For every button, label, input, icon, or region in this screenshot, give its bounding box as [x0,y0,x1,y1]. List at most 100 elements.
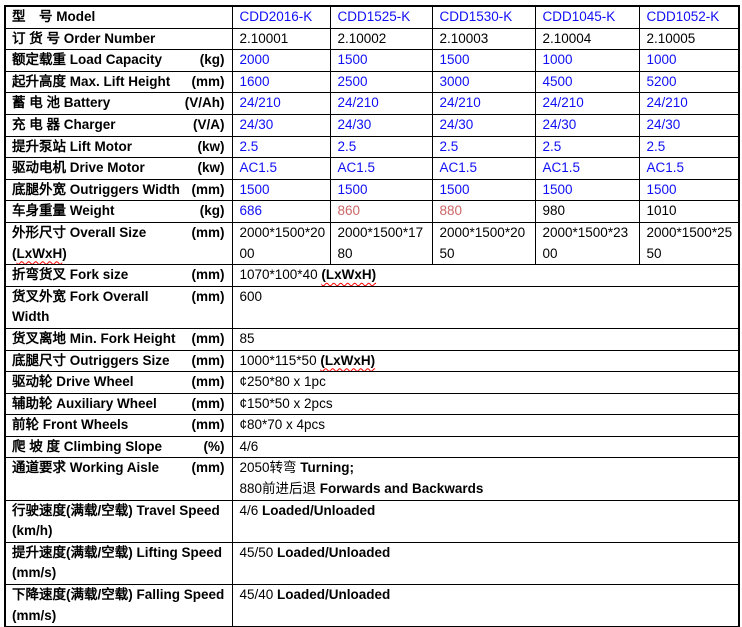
value-cell: 2.10002 [330,28,432,50]
value-cell: 24/30 [535,114,639,136]
value-cell: 24/30 [330,114,432,136]
row-label-text: 货叉离地 Min. Fork Height [12,329,176,350]
row-label-text: 外形尺寸 Overall Size (LxWxH) [12,223,188,264]
value-cell: 1500 [535,179,639,201]
value-cell: 24/210 [432,93,535,115]
row-fork-size: 折弯货叉 Fork size(mm) 1070*100*40 (LxWxH) [5,265,739,287]
value-cell: 2.5 [330,136,432,158]
row-battery: 蓄 电 池 Battery(V/Ah) 24/210 24/210 24/210… [5,93,739,115]
row-front-wheels: 前轮 Front Wheels(mm) ¢80*70 x 4pcs [5,415,739,437]
spellcheck-wavy-text: LxWxH [17,246,63,261]
value-cell: 1500 [330,179,432,201]
row-drive-wheel: 驱动轮 Drive Wheel(mm) ¢250*80 x 1pc [5,372,739,394]
value-cell: 3000 [432,71,535,93]
value-cell: 2.5 [432,136,535,158]
value-cell: 2000*1500*2550 [639,222,739,264]
row-label-text: 驱动轮 Drive Wheel [12,372,134,393]
value-cell: 1500 [232,179,330,201]
row-label-text: 额定载重 Load Capacity [12,50,162,71]
value-cell: 24/30 [639,114,739,136]
row-label-text: 折弯货叉 Fork size [12,265,128,286]
row-label: 提升速度(满载/空载) Lifting Speed (mm/s) [5,542,232,584]
value-cell: 24/210 [639,93,739,115]
value-cell: 2.5 [535,136,639,158]
row-outriggers-width: 底腿外宽 Outriggers Width(mm) 1500 1500 1500… [5,179,739,201]
row-label: 行驶速度(满载/空载) Travel Speed (km/h) [5,500,232,542]
row-load-capacity: 额定载重 Load Capacity(kg) 2000 1500 1500 10… [5,50,739,72]
row-charger: 充 电 器 Charger(V/A) 24/30 24/30 24/30 24/… [5,114,739,136]
value-cell: 880 [432,201,535,223]
row-label: 货叉离地 Min. Fork Height(mm) [5,328,232,350]
row-outriggers-size: 底腿尺寸 Outriggers Size(mm) 1000*115*50 (Lx… [5,350,739,372]
row-label: 提升泵站 Lift Motor(kw) [5,136,232,158]
value-cell: 24/210 [330,93,432,115]
row-label-text: 辅助轮 Auxiliary Wheel [12,394,157,415]
value-cell: 2.10003 [432,28,535,50]
value-cell: 2000*1500*1780 [330,222,432,264]
unit-label: (mm) [188,351,225,372]
value-cell: 1010 [639,201,739,223]
row-label: 底腿外宽 Outriggers Width(mm) [5,179,232,201]
value-cell: 2.10004 [535,28,639,50]
value-cell: 24/210 [232,93,330,115]
value-cell: 2.10001 [232,28,330,50]
unit-label: (kw) [194,158,225,179]
model-cell: CDD1525-K [330,6,432,28]
row-overall-size: 外形尺寸 Overall Size (LxWxH)(mm) 2000*1500*… [5,222,739,264]
row-climbing-slope: 爬 坡 度 Climbing Slope(%) 4/6 [5,436,739,458]
value-cell: 1600 [232,71,330,93]
forklift-spec-table: 型 号 Model CDD2016-K CDD1525-K CDD1530-K … [4,5,740,627]
spellcheck-wavy-text: (LxWxH) [320,353,375,368]
row-order-number: 订 货 号 Order Number 2.10001 2.10002 2.100… [5,28,739,50]
aisle-line-forwards-backwards: 880前进后退 Forwards and Backwards [240,479,735,500]
value-cell: 2000*1500*2000 [232,222,330,264]
value-cell: 1500 [432,179,535,201]
value-cell: 1000*115*50 (LxWxH) [232,350,739,372]
row-label: 充 电 器 Charger(V/A) [5,114,232,136]
unit-label: (V/Ah) [181,93,225,114]
value-cell: ¢150*50 x 2pcs [232,393,739,415]
row-label: 额定载重 Load Capacity (kg) [5,50,232,72]
row-label-text: 下降速度(满载/空载) Falling Speed (mm/s) [12,587,224,623]
unit-label: (mm) [188,265,225,286]
unit-label: (mm) [188,287,225,308]
value-cell: 2500 [330,71,432,93]
unit-label: (%) [200,437,225,458]
value-cell: 2050转弯 Turning; 880前进后退 Forwards and Bac… [232,458,739,500]
value-cell: 4500 [535,71,639,93]
row-label-text: 提升泵站 Lift Motor [12,137,132,158]
value-cell: 860 [330,201,432,223]
value-cell: 24/210 [535,93,639,115]
unit-label: (mm) [188,458,225,479]
row-label: 折弯货叉 Fork size (mm) [5,265,232,287]
page: 型 号 Model CDD2016-K CDD1525-K CDD1530-K … [0,0,742,627]
row-label: 底腿尺寸 Outriggers Size(mm) [5,350,232,372]
value-cell: 1500 [639,179,739,201]
row-auxiliary-wheel: 辅助轮 Auxiliary Wheel(mm) ¢150*50 x 2pcs [5,393,739,415]
value-cell: 2000*1500*2050 [432,222,535,264]
row-label-text: 行驶速度(满载/空载) Travel Speed (km/h) [12,503,220,539]
value-cell: 1500 [432,50,535,72]
row-label-text: 爬 坡 度 Climbing Slope [12,437,162,458]
row-drive-motor: 驱动电机 Drive Motor(kw) AC1.5 AC1.5 AC1.5 A… [5,158,739,180]
value-cell: 24/30 [232,114,330,136]
unit-label: (kg) [196,50,225,71]
row-label-text: 提升速度(满载/空载) Lifting Speed (mm/s) [12,545,222,581]
row-label: 外形尺寸 Overall Size (LxWxH)(mm) [5,222,232,264]
value-cell: 2.10005 [639,28,739,50]
unit-label: (kg) [196,201,225,222]
row-label: 蓄 电 池 Battery(V/Ah) [5,93,232,115]
value-cell: AC1.5 [432,158,535,180]
row-label: 辅助轮 Auxiliary Wheel(mm) [5,393,232,415]
value-cell: AC1.5 [232,158,330,180]
value-cell: 600 [232,286,739,328]
row-model: 型 号 Model CDD2016-K CDD1525-K CDD1530-K … [5,6,739,28]
row-lifting-speed: 提升速度(满载/空载) Lifting Speed (mm/s) 45/50 L… [5,542,739,584]
row-weight: 车身重量 Weight(kg) 686 860 880 980 1010 [5,201,739,223]
row-label-text: 前轮 Front Wheels [12,415,128,436]
unit-label: (V/A) [189,115,225,136]
row-label-text: 驱动电机 Drive Motor [12,158,145,179]
row-label-text: 订 货 号 Order Number [12,29,155,50]
row-label-text: 货叉外宽 Fork Overall Width [12,287,188,328]
value-cell: 1500 [330,50,432,72]
